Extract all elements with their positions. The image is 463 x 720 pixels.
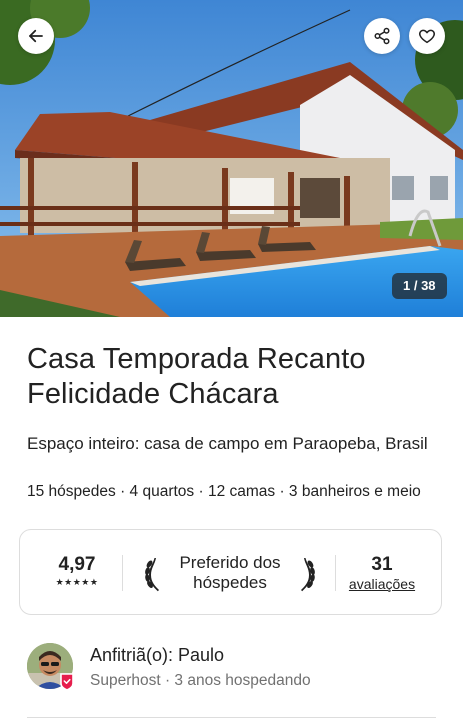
heart-icon	[419, 29, 435, 44]
arrow-left-icon	[29, 29, 43, 43]
rating-block: 4,97 ★★★★★	[50, 554, 104, 588]
star-rating: ★★★★★	[55, 577, 99, 587]
reviews-link[interactable]: avaliações	[346, 576, 418, 592]
laurel-right-icon	[301, 558, 315, 592]
host-subtitle: Superhost · 3 anos hospedando	[90, 672, 311, 689]
reviews-count: 31	[371, 554, 393, 575]
guest-favorite-label: Preferido dos hóspedes	[179, 553, 281, 592]
listing-photo-carousel[interactable]: 1 / 38	[0, 0, 463, 317]
back-button[interactable]	[18, 18, 54, 54]
listing-title: Casa Temporada Recanto Felicidade Chácar…	[27, 343, 366, 410]
save-to-wishlist-button[interactable]	[409, 18, 445, 54]
guest-favorite-badge: Preferido dos hóspedes	[140, 552, 320, 594]
share-button[interactable]	[364, 18, 400, 54]
guest-favorite-card[interactable]: 4,97 ★★★★★ Preferido dos hóspedes 31 ava…	[19, 529, 442, 615]
superhost-badge-icon	[60, 673, 74, 691]
divider	[335, 555, 336, 591]
section-divider	[27, 717, 436, 718]
host-name: Anfitriã(o): Paulo	[90, 645, 225, 665]
laurel-left-icon	[145, 558, 159, 592]
share-icon	[374, 27, 390, 45]
photo-counter: 1 / 38	[392, 273, 447, 299]
divider	[122, 555, 123, 591]
listing-subtitle: Espaço inteiro: casa de campo em Paraope…	[27, 434, 428, 453]
rating-value: 4,97	[58, 554, 96, 575]
reviews-block[interactable]: 31 avaliações	[346, 554, 418, 592]
listing-details: 15 hóspedes · 4 quartos · 12 camas · 3 b…	[27, 483, 421, 500]
